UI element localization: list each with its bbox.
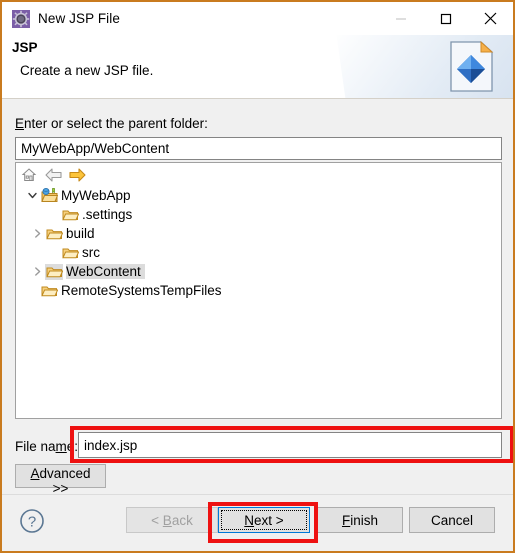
- new-jsp-file-dialog: New JSP File JSP Create a new JSP file.: [0, 0, 515, 553]
- twisty-placeholder: [45, 207, 61, 223]
- dialog-body: Enter or select the parent folder: MyWeb…: [2, 99, 513, 496]
- cancel-button[interactable]: Cancel: [409, 507, 495, 533]
- folder-icon: [40, 283, 58, 299]
- tree-item-webcontent[interactable]: WebContent: [16, 262, 501, 281]
- page-title: JSP: [12, 40, 38, 55]
- tree-item-list: MyWebApp .settings build src WebContent …: [16, 186, 501, 300]
- twisty-placeholder: [45, 245, 61, 261]
- chevron-right-icon[interactable]: [29, 226, 45, 242]
- tree-toolbar: [16, 163, 501, 186]
- file-name-label: File name:: [15, 439, 79, 454]
- chevron-down-icon[interactable]: [24, 188, 40, 204]
- minimize-icon[interactable]: [378, 2, 423, 35]
- home-icon[interactable]: [20, 166, 38, 184]
- tree-item-label: WebContent: [66, 264, 145, 279]
- folder-icon: [45, 263, 63, 280]
- tree-item-mywebapp[interactable]: MyWebApp: [16, 186, 501, 205]
- jsp-wizard-icon: [12, 9, 30, 28]
- project-folder-icon: [40, 188, 58, 204]
- folder-icon: [61, 207, 79, 223]
- tree-item-settings[interactable]: .settings: [16, 205, 501, 224]
- jsp-file-banner-icon: [445, 39, 499, 95]
- window-title: New JSP File: [38, 11, 120, 26]
- file-name-input[interactable]: [78, 432, 502, 458]
- tree-item-label: src: [82, 245, 100, 260]
- back-arrow-icon[interactable]: [44, 166, 62, 184]
- back-button[interactable]: < Back: [126, 507, 218, 533]
- parent-folder-label: Enter or select the parent folder:: [15, 116, 208, 131]
- forward-arrow-icon[interactable]: [68, 166, 86, 184]
- folder-icon: [45, 226, 63, 242]
- folder-icon: [61, 245, 79, 261]
- tree-item-label: .settings: [82, 207, 133, 222]
- tree-item-build[interactable]: build: [16, 224, 501, 243]
- svg-text:?: ?: [28, 514, 36, 531]
- wizard-header: JSP Create a new JSP file.: [2, 35, 513, 98]
- dialog-footer: ? < Back Next > Finish Cancel: [2, 494, 513, 551]
- tree-item-label: RemoteSystemsTempFiles: [61, 283, 222, 298]
- window-controls: [378, 2, 513, 35]
- close-icon[interactable]: [468, 2, 513, 35]
- page-description: Create a new JSP file.: [20, 63, 154, 78]
- tree-item-src[interactable]: src: [16, 243, 501, 262]
- title-bar: New JSP File: [2, 2, 513, 35]
- parent-folder-input[interactable]: [15, 137, 502, 160]
- finish-button[interactable]: Finish: [317, 507, 403, 533]
- help-icon[interactable]: ?: [19, 508, 45, 534]
- advanced-button[interactable]: Advanced >>: [15, 464, 106, 496]
- next-button[interactable]: Next >: [218, 507, 310, 533]
- tree-item-label: MyWebApp: [61, 188, 131, 203]
- tree-item-label: build: [66, 226, 95, 241]
- chevron-right-icon[interactable]: [29, 264, 45, 280]
- maximize-icon[interactable]: [423, 2, 468, 35]
- tree-item-remotesystemstempfiles[interactable]: RemoteSystemsTempFiles: [16, 281, 501, 300]
- folder-tree-panel[interactable]: MyWebApp .settings build src WebContent …: [15, 162, 502, 419]
